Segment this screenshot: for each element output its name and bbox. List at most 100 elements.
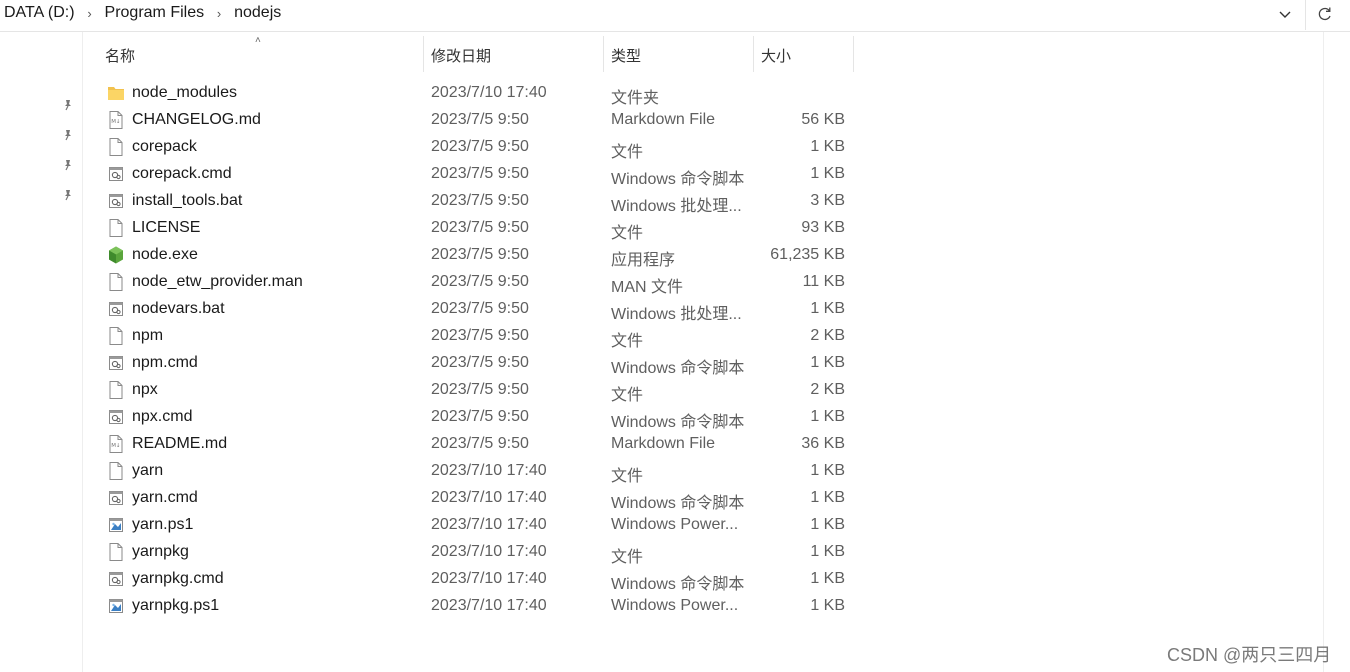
file-size: 1 KB [810, 408, 845, 425]
file-name: corepack.cmd [132, 165, 232, 182]
file-type: Windows 命令脚本 [611, 495, 745, 512]
watermark: CSDN @两只三四月 [1167, 645, 1332, 665]
folder-icon [107, 83, 125, 103]
file-date: 2023/7/5 9:50 [431, 327, 529, 344]
address-divider [1305, 0, 1306, 30]
file-row[interactable]: corepack 2023/7/5 9:50 文件 1 KB [103, 134, 863, 161]
file-size: 11 KB [802, 273, 845, 290]
pin-icon[interactable] [61, 158, 75, 172]
pin-icon[interactable] [61, 128, 75, 142]
column-header-type[interactable]: 类型 [611, 36, 641, 74]
file-date: 2023/7/5 9:50 [431, 192, 529, 209]
sort-ascending-icon: ˄ [255, 35, 261, 46]
file-type: Markdown File [611, 435, 716, 452]
refresh-button[interactable] [1312, 2, 1338, 26]
file-size: 1 KB [810, 543, 845, 560]
navigation-pane [0, 32, 83, 672]
column-header-name[interactable]: 名称 [105, 36, 135, 74]
file-size: 1 KB [810, 354, 845, 371]
file-icon [107, 542, 125, 562]
chevron-right-icon[interactable]: › [77, 6, 103, 21]
file-size: 56 KB [801, 111, 845, 128]
file-row[interactable]: nodevars.bat 2023/7/5 9:50 Windows 批处理... 1… [103, 296, 863, 323]
file-size: 61,235 KB [770, 246, 845, 263]
file-type: 文件 [611, 387, 644, 404]
file-name: nodevars.bat [132, 300, 225, 317]
column-separator[interactable] [753, 36, 754, 72]
file-type: Windows 命令脚本 [611, 576, 745, 593]
file-size: 3 KB [810, 192, 845, 209]
file-date: 2023/7/10 17:40 [431, 516, 547, 533]
file-row[interactable]: node_modules 2023/7/10 17:40 文件夹 [103, 80, 863, 107]
file-type: 文件 [611, 333, 644, 350]
file-date: 2023/7/5 9:50 [431, 165, 529, 182]
pin-icon[interactable] [61, 98, 75, 112]
file-row[interactable]: yarnpkg 2023/7/10 17:40 文件 1 KB [103, 539, 863, 566]
file-type: 文件夹 [611, 90, 660, 107]
file-date: 2023/7/5 9:50 [431, 354, 529, 371]
file-type: 文件 [611, 225, 644, 242]
file-icon [107, 218, 125, 238]
column-separator[interactable] [603, 36, 604, 72]
column-separator[interactable] [853, 36, 854, 72]
file-row[interactable]: yarnpkg.cmd 2023/7/10 17:40 Windows 命令脚本 1 … [103, 566, 863, 593]
file-date: 2023/7/10 17:40 [431, 489, 547, 506]
markdown-file-icon: M↓ [107, 434, 125, 454]
file-type: 文件 [611, 549, 644, 566]
file-row[interactable]: LICENSE 2023/7/5 9:50 文件 93 KB [103, 215, 863, 242]
file-type: 文件 [611, 468, 644, 485]
file-name: npm.cmd [132, 354, 198, 371]
list-view-border [1323, 32, 1324, 672]
file-name: yarnpkg [132, 543, 189, 560]
file-row[interactable]: yarn.cmd 2023/7/10 17:40 Windows 命令脚本 1 KB [103, 485, 863, 512]
file-size: 1 KB [810, 300, 845, 317]
file-type: Windows 命令脚本 [611, 171, 745, 188]
script-file-icon [107, 164, 125, 184]
address-history-dropdown-button[interactable] [1272, 2, 1298, 26]
file-name: yarnpkg.ps1 [132, 597, 220, 614]
file-name: npx.cmd [132, 408, 193, 425]
file-row[interactable]: M↓ CHANGELOG.md 2023/7/5 9:50 Markdown File… [103, 107, 863, 134]
file-row[interactable]: yarnpkg.ps1 2023/7/10 17:40 Windows Power.… [103, 593, 863, 620]
file-name: yarn.cmd [132, 489, 198, 506]
script-file-icon [107, 488, 125, 508]
breadcrumb-nodejs[interactable]: nodejs [232, 4, 283, 22]
breadcrumb-drive[interactable]: DATA (D:) [2, 4, 77, 22]
file-name: node.exe [132, 246, 198, 263]
file-row[interactable]: yarn.ps1 2023/7/10 17:40 Windows Power... 1… [103, 512, 863, 539]
file-type: Windows Power... [611, 597, 739, 614]
script-file-icon [107, 569, 125, 589]
file-size: 1 KB [810, 597, 845, 614]
file-row[interactable]: node_etw_provider.man 2023/7/5 9:50 MAN 文件… [103, 269, 863, 296]
column-header-date[interactable]: 修改日期 [431, 36, 491, 74]
column-separator[interactable] [423, 36, 424, 72]
pin-icon[interactable] [61, 188, 75, 202]
chevron-right-icon[interactable]: › [206, 6, 232, 21]
file-row[interactable]: corepack.cmd 2023/7/5 9:50 Windows 命令脚本 1 K… [103, 161, 863, 188]
file-date: 2023/7/10 17:40 [431, 570, 547, 587]
file-name: npx [132, 381, 158, 398]
breadcrumb-program-files[interactable]: Program Files [103, 4, 207, 22]
file-size: 2 KB [810, 381, 845, 398]
file-date: 2023/7/5 9:50 [431, 273, 529, 290]
file-icon [107, 272, 125, 292]
file-size: 1 KB [810, 516, 845, 533]
file-date: 2023/7/5 9:50 [431, 219, 529, 236]
file-name: node_etw_provider.man [132, 273, 303, 290]
address-bar[interactable]: DATA (D:) › Program Files › nodejs [0, 0, 1350, 32]
file-size: 36 KB [801, 435, 845, 452]
file-row[interactable]: npm.cmd 2023/7/5 9:50 Windows 命令脚本 1 KB [103, 350, 863, 377]
column-header-size[interactable]: 大小 [761, 36, 791, 74]
file-type: MAN 文件 [611, 279, 684, 296]
file-row[interactable]: M↓ README.md 2023/7/5 9:50 Markdown File 36 … [103, 431, 863, 458]
file-row[interactable]: node.exe 2023/7/5 9:50 应用程序 61,235 KB [103, 242, 863, 269]
file-date: 2023/7/5 9:50 [431, 435, 529, 452]
file-size: 1 KB [810, 462, 845, 479]
file-row[interactable]: npx.cmd 2023/7/5 9:50 Windows 命令脚本 1 KB [103, 404, 863, 431]
file-date: 2023/7/5 9:50 [431, 408, 529, 425]
file-row[interactable]: npx 2023/7/5 9:50 文件 2 KB [103, 377, 863, 404]
file-row[interactable]: yarn 2023/7/10 17:40 文件 1 KB [103, 458, 863, 485]
file-row[interactable]: npm 2023/7/5 9:50 文件 2 KB [103, 323, 863, 350]
file-name: corepack [132, 138, 197, 155]
file-row[interactable]: install_tools.bat 2023/7/5 9:50 Windows 批处… [103, 188, 863, 215]
